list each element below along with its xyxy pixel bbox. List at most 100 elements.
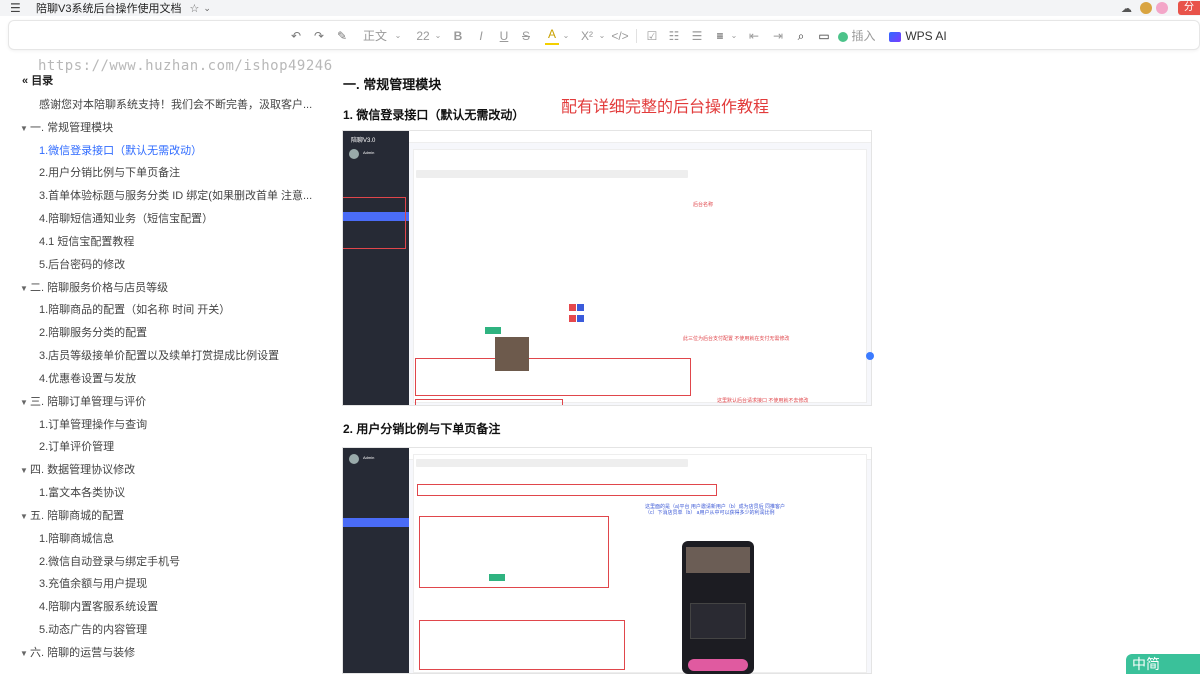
toc-item[interactable]: 1.陪聊商城信息 xyxy=(39,530,114,546)
style-chevron-icon[interactable]: ⌄ xyxy=(393,27,403,45)
toc-item[interactable]: 1.订单管理操作与查询 xyxy=(39,416,147,432)
toc-item[interactable]: 3.充值余额与用户提现 xyxy=(39,575,147,591)
toc-label: 感谢您对本陪聊系统支持！我们会不断完善，汲取客户... xyxy=(39,99,313,111)
comment-icon[interactable]: ▭ xyxy=(817,27,831,45)
wps-ai-button[interactable]: WPS AI xyxy=(887,27,949,45)
collapse-toc-icon[interactable]: « xyxy=(22,75,28,87)
toc-label: 3.店员等级接单价配置以及续单打赏提成比例设置 xyxy=(39,350,280,363)
hamburger-menu-icon[interactable]: ☰ xyxy=(10,1,26,15)
toc-section[interactable]: ▼ 三. 陪聊订单管理与评价 xyxy=(20,393,146,409)
highlight-color-icon[interactable]: A xyxy=(545,27,559,45)
caret-down-icon[interactable]: ▼ xyxy=(20,398,30,407)
move-button xyxy=(577,315,584,322)
outdent-icon[interactable]: ⇤ xyxy=(747,27,761,45)
toc-item[interactable]: 2.陪聊服务分类的配置 xyxy=(39,324,147,340)
highlight-chevron-icon[interactable]: ⌄ xyxy=(561,27,571,45)
code-icon[interactable]: </> xyxy=(611,27,629,45)
toc-label: 2.订单评价管理 xyxy=(39,441,115,454)
phone-photo-strip xyxy=(686,547,750,573)
caret-down-icon[interactable]: ▼ xyxy=(20,284,30,293)
active-menu-item xyxy=(343,518,409,527)
toc-section[interactable]: ▼ 一. 常规管理模块 xyxy=(20,119,113,135)
strikethrough-icon[interactable]: S xyxy=(519,27,533,45)
toc-label: 二. 陪聊服务价格与店员等级 xyxy=(30,281,169,294)
toc-label: 1.订单管理操作与查询 xyxy=(39,418,148,431)
toc-item[interactable]: 1.陪聊商品的配置（如名称 时间 开关） xyxy=(39,301,230,317)
caret-down-icon[interactable]: ▼ xyxy=(20,649,30,658)
toc-item[interactable]: 5.动态广告的内容管理 xyxy=(39,621,147,637)
star-icon[interactable]: ☆ xyxy=(189,2,199,15)
toc-item[interactable]: 感谢您对本陪聊系统支持！我们会不断完善，汲取客户... xyxy=(39,96,312,112)
toc-header[interactable]: « 目录 xyxy=(22,72,53,88)
highlight-english-notes-box xyxy=(419,620,625,670)
insert-button[interactable]: 插入 xyxy=(837,27,877,45)
toc-item[interactable]: 3.首单体验标题与服务分类 ID 绑定(如果删改首单 注意... xyxy=(39,187,312,203)
delete-button xyxy=(569,304,576,311)
font-size-select[interactable]: 22 xyxy=(415,27,431,45)
admin-topbar xyxy=(409,131,871,143)
paragraph-style-select[interactable]: 正文 xyxy=(363,27,387,45)
toc-item[interactable]: 4.1 短信宝配置教程 xyxy=(39,233,134,249)
toc-item[interactable]: 2.订单评价管理 xyxy=(39,438,114,454)
toc-item[interactable]: 5.后台密码的修改 xyxy=(39,256,125,272)
caret-down-icon[interactable]: ▼ xyxy=(20,466,30,475)
toc-item[interactable]: 2.微信自动登录与绑定手机号 xyxy=(39,553,180,569)
redo-icon[interactable]: ↷ xyxy=(312,27,326,45)
chevron-down-icon[interactable]: ⌄ xyxy=(203,3,211,14)
caret-down-icon[interactable]: ▼ xyxy=(20,124,30,133)
admin-avatar xyxy=(349,454,359,464)
admin-avatar xyxy=(349,149,359,159)
superscript-chevron-icon[interactable]: ⌄ xyxy=(597,27,607,45)
format-painter-icon[interactable]: ✎ xyxy=(335,27,349,45)
profile-photo xyxy=(495,337,529,371)
italic-icon[interactable]: I xyxy=(474,27,488,45)
watermark-url: https://www.huzhan.com/ishop49246 xyxy=(38,58,333,74)
bold-icon[interactable]: B xyxy=(451,27,465,45)
admin-sidebar: 陪聊V3.0 Admin xyxy=(343,131,409,405)
toc-item[interactable]: 4.优惠卷设置与发放 xyxy=(39,370,136,386)
share-button[interactable]: 分 xyxy=(1178,1,1200,15)
user-avatar[interactable] xyxy=(1140,2,1152,14)
numbered-list-icon[interactable]: ☷ xyxy=(667,27,681,45)
admin-screenshot-2: Admin 这里面的是（a)平台 用户邀请新用户（b）成为店员后 同推客户（c）… xyxy=(342,447,872,674)
document-title[interactable]: 陪聊V3系统后台操作使用文档 xyxy=(36,0,181,16)
wps-ai-label: WPS AI xyxy=(905,29,947,43)
indent-icon[interactable]: ⇥ xyxy=(771,27,785,45)
underline-icon[interactable]: U xyxy=(497,27,511,45)
scroll-anchor-icon[interactable] xyxy=(866,352,874,360)
admin-app-name: 陪聊V3.0 xyxy=(351,138,376,144)
toc-label: 5.动态广告的内容管理 xyxy=(39,624,148,637)
superscript-icon[interactable]: X² xyxy=(579,27,595,45)
bullet-list-icon[interactable]: ☰ xyxy=(690,27,704,45)
toc-item[interactable]: 4.陪聊短信通知业务（短信宝配置） xyxy=(39,210,213,226)
wps-ai-icon xyxy=(889,31,902,42)
align-icon[interactable]: ≡ xyxy=(713,27,727,45)
checkbox-list-icon[interactable]: ☑ xyxy=(645,27,659,45)
toc-section[interactable]: ▼ 五. 陪聊商城的配置 xyxy=(20,507,124,523)
align-chevron-icon[interactable]: ⌄ xyxy=(729,27,739,45)
toc-item[interactable]: 3.店员等级接单价配置以及续单打赏提成比例设置 xyxy=(39,347,279,363)
toc-section[interactable]: ▼ 二. 陪聊服务价格与店员等级 xyxy=(20,279,168,295)
editor-toolbar: ↶ ↷ ✎ 正文 ⌄ 22 ⌄ B I U S A ⌄ X² ⌄ </> ☑ ☷… xyxy=(8,20,1200,50)
toc-label: 4.陪聊短信通知业务（短信宝配置） xyxy=(39,213,214,226)
undo-icon[interactable]: ↶ xyxy=(289,27,303,45)
caret-down-icon[interactable]: ▼ xyxy=(20,512,30,521)
collaborator-avatar[interactable] xyxy=(1156,2,1168,14)
toc-title: 目录 xyxy=(31,75,54,87)
search-icon[interactable]: ⌕ xyxy=(794,27,808,45)
floating-assistant-badge[interactable]: 中简 xyxy=(1126,654,1200,674)
toc-label: 五. 陪聊商城的配置 xyxy=(30,509,125,522)
toc-item[interactable]: 2.用户分销比例与下单页备注 xyxy=(39,164,180,180)
size-chevron-icon[interactable]: ⌄ xyxy=(433,27,443,45)
toc-label: 3.充值余额与用户提现 xyxy=(39,578,148,591)
toc-label: 4.优惠卷设置与发放 xyxy=(39,372,137,385)
toc-item[interactable]: 4.陪聊内置客服系统设置 xyxy=(39,598,158,614)
toc-section[interactable]: ▼ 四. 数据管理协议修改 xyxy=(20,461,135,477)
admin-screenshot-1: 陪聊V3.0 Admin 后台名称 此三位为后台支付配置 不使用就在支付无需修改… xyxy=(342,130,872,406)
toc-item[interactable]: 1.富文本各类协议 xyxy=(39,484,125,500)
insert-icon xyxy=(838,31,849,42)
highlight-ratio-box xyxy=(417,484,717,496)
toc-item[interactable]: 1.微信登录接口（默认无需改动） xyxy=(39,142,202,158)
cloud-sync-icon[interactable]: ☁ xyxy=(1121,2,1132,15)
toc-section[interactable]: ▼ 六. 陪聊的运营与装修 xyxy=(20,644,135,660)
